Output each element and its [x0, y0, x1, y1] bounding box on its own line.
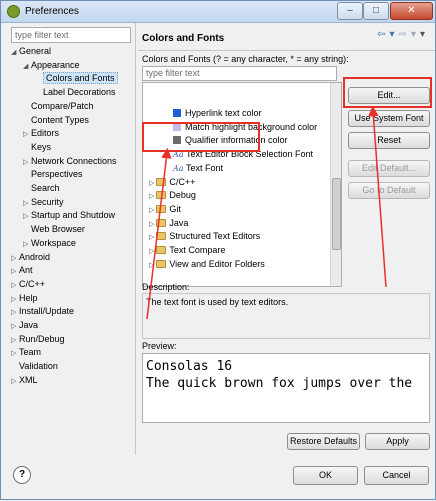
arrow-to-edit — [368, 105, 387, 288]
arrow-to-text-font — [146, 147, 172, 320]
annotation-arrows — [146, 105, 387, 320]
preferences-window: Preferences – □ ✕ type filter text ◢ Gene… — [0, 0, 436, 500]
